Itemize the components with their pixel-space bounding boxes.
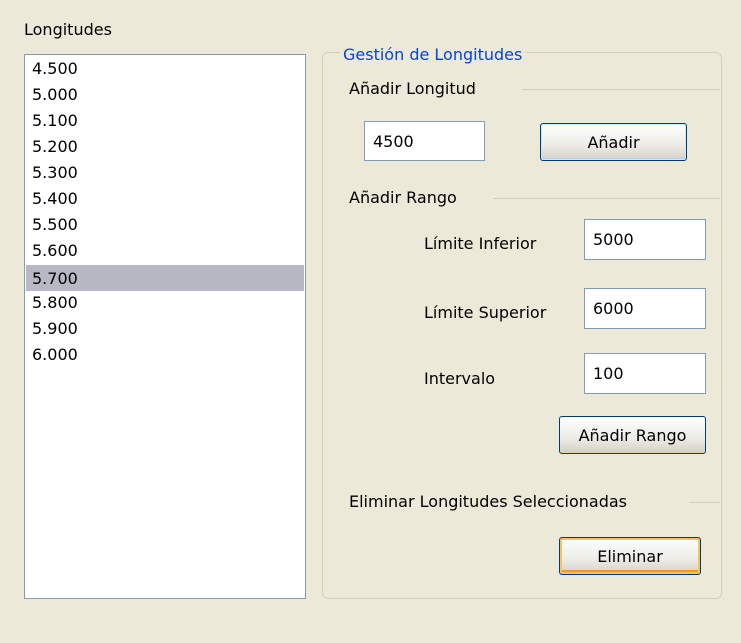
list-item[interactable]: 5.400 [26,191,304,217]
list-item[interactable]: 5.800 [26,295,304,321]
list-item[interactable]: 5.100 [26,113,304,139]
interval-input[interactable] [584,353,706,394]
lower-limit-input[interactable] [584,219,706,260]
delete-label: Eliminar Longitudes Seleccionadas [349,492,627,511]
add-length-separator [522,89,720,90]
list-item-selected[interactable]: 5.700 [26,265,304,291]
longitudes-title: Longitudes [24,20,112,39]
longitudes-listbox[interactable]: 4.500 5.000 5.100 5.200 5.300 5.400 5.50… [24,54,306,599]
add-range-button[interactable]: Añadir Rango [559,416,706,454]
add-length-label: Añadir Longitud [349,79,476,98]
add-range-separator [493,198,720,199]
list-item[interactable]: 6.000 [26,347,304,373]
list-item[interactable]: 5.300 [26,165,304,191]
list-item[interactable]: 4.500 [26,61,304,87]
add-length-input[interactable] [364,121,485,161]
upper-limit-input[interactable] [584,288,706,329]
add-length-button[interactable]: Añadir [540,123,687,161]
list-item[interactable]: 5.500 [26,217,304,243]
delete-button[interactable]: Eliminar [559,537,701,575]
list-item[interactable]: 5.900 [26,321,304,347]
gestion-legend: Gestión de Longitudes [340,45,526,64]
lower-limit-label: Límite Inferior [424,234,537,253]
interval-label: Intervalo [424,369,496,388]
list-item[interactable]: 5.000 [26,87,304,113]
add-range-label: Añadir Rango [349,188,457,207]
list-item[interactable]: 5.200 [26,139,304,165]
delete-separator [689,502,720,503]
upper-limit-label: Límite Superior [424,303,547,322]
